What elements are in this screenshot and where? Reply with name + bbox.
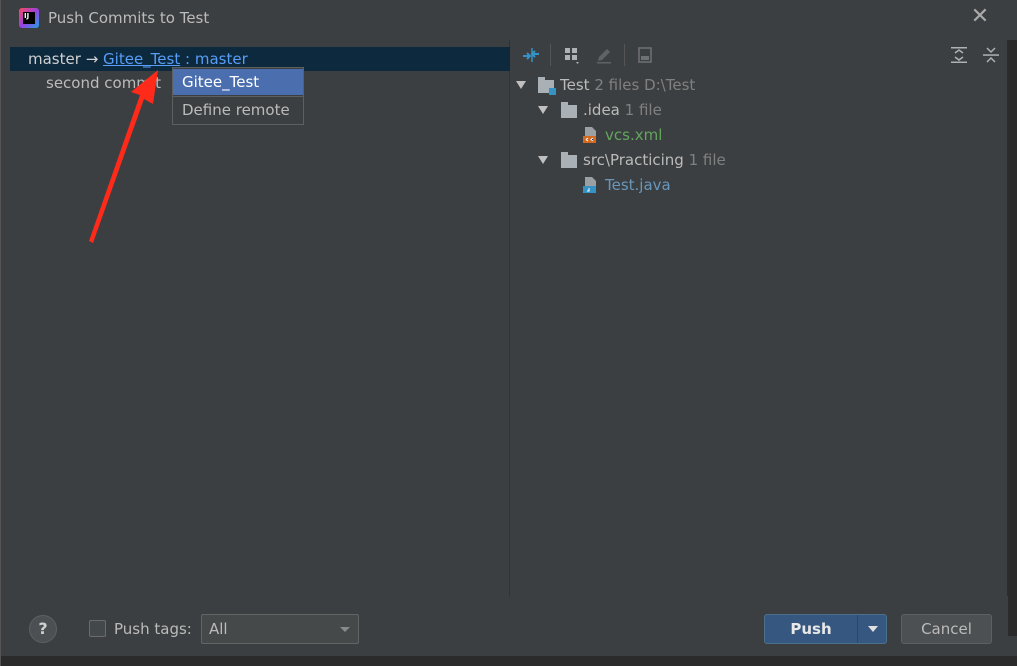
group-by-icon[interactable]	[561, 44, 583, 66]
module-badge-icon	[549, 88, 556, 95]
source-branch: master	[28, 50, 81, 68]
push-button[interactable]: Push	[764, 614, 887, 644]
remote-popup: Gitee_Test Define remote	[172, 67, 304, 125]
help-icon[interactable]: ?	[29, 615, 57, 643]
push-button-divider	[857, 615, 858, 643]
tree-label-vcs-xml: vcs.xml	[605, 126, 663, 144]
tree-meta-src: 1 file	[688, 151, 726, 169]
cancel-button[interactable]: Cancel	[901, 614, 992, 644]
tree-meta-idea: 1 file	[624, 101, 662, 119]
folder-icon	[561, 102, 577, 118]
chevron-down-icon	[340, 627, 350, 632]
tree-label-src: src\Practicing	[583, 151, 684, 169]
tree-meta-root: 2 files D:\Test	[594, 76, 696, 94]
toolbar-separator	[550, 44, 551, 66]
edit-icon[interactable]	[593, 44, 615, 66]
tree-node-test-java[interactable]: Test.java	[511, 174, 1008, 196]
chevron-down-icon[interactable]	[538, 106, 548, 114]
popup-item-gitee-test[interactable]: Gitee_Test	[173, 69, 303, 95]
tree-node-src[interactable]: src\Practicing 1 file	[511, 149, 1008, 171]
popup-item-define-remote[interactable]: Define remote	[173, 97, 303, 123]
push-dialog: IJ Push Commits to Test ✕ master → Gitee…	[0, 0, 1017, 666]
changes-pane: Test 2 files D:\Test .idea 1 file vcs.xm…	[511, 40, 1008, 596]
xml-file-icon	[583, 127, 596, 143]
tree-label-root: Test	[560, 76, 590, 94]
dialog-title: Push Commits to Test	[48, 9, 210, 27]
tags-select[interactable]: All	[201, 614, 359, 644]
chevron-down-icon[interactable]	[516, 81, 526, 89]
tree-node-root[interactable]: Test 2 files D:\Test	[511, 74, 1008, 96]
push-tags-checkbox[interactable]	[89, 620, 106, 637]
branch-separator: :	[185, 50, 191, 68]
tree-node-idea[interactable]: .idea 1 file	[511, 99, 1008, 121]
chevron-down-icon[interactable]	[538, 156, 548, 164]
push-tags-label: Push tags:	[114, 620, 192, 638]
push-button-label: Push	[790, 620, 832, 638]
collapse-icon[interactable]	[520, 44, 542, 66]
tree-node-vcs-xml[interactable]: vcs.xml	[511, 124, 1008, 146]
scrollbar-track[interactable]	[1007, 40, 1017, 636]
toolbar-separator	[624, 44, 625, 66]
app-icon: IJ	[19, 8, 39, 28]
tags-select-value: All	[209, 620, 228, 638]
close-icon[interactable]: ✕	[969, 6, 991, 28]
expand-all-icon[interactable]	[948, 44, 970, 66]
editor-background-strip	[1, 656, 1017, 666]
tree-label-test-java: Test.java	[605, 176, 671, 194]
target-branch[interactable]: master	[195, 50, 248, 68]
arrow-glyph: →	[85, 50, 99, 68]
tree-label-idea: .idea	[583, 101, 620, 119]
show-diff-icon[interactable]	[634, 44, 656, 66]
changes-toolbar	[511, 40, 1008, 68]
collapse-all-icon[interactable]	[980, 44, 1002, 66]
remote-link[interactable]: Gitee_Test	[103, 50, 180, 68]
java-file-icon	[583, 177, 596, 193]
folder-icon	[561, 152, 577, 168]
branch-mapping: master → Gitee_Test : master	[28, 50, 248, 68]
commit-item[interactable]: second commit	[46, 74, 161, 92]
push-options-dropdown-icon[interactable]	[868, 626, 878, 632]
title-bar: IJ Push Commits to Test ✕	[1, 0, 1017, 40]
